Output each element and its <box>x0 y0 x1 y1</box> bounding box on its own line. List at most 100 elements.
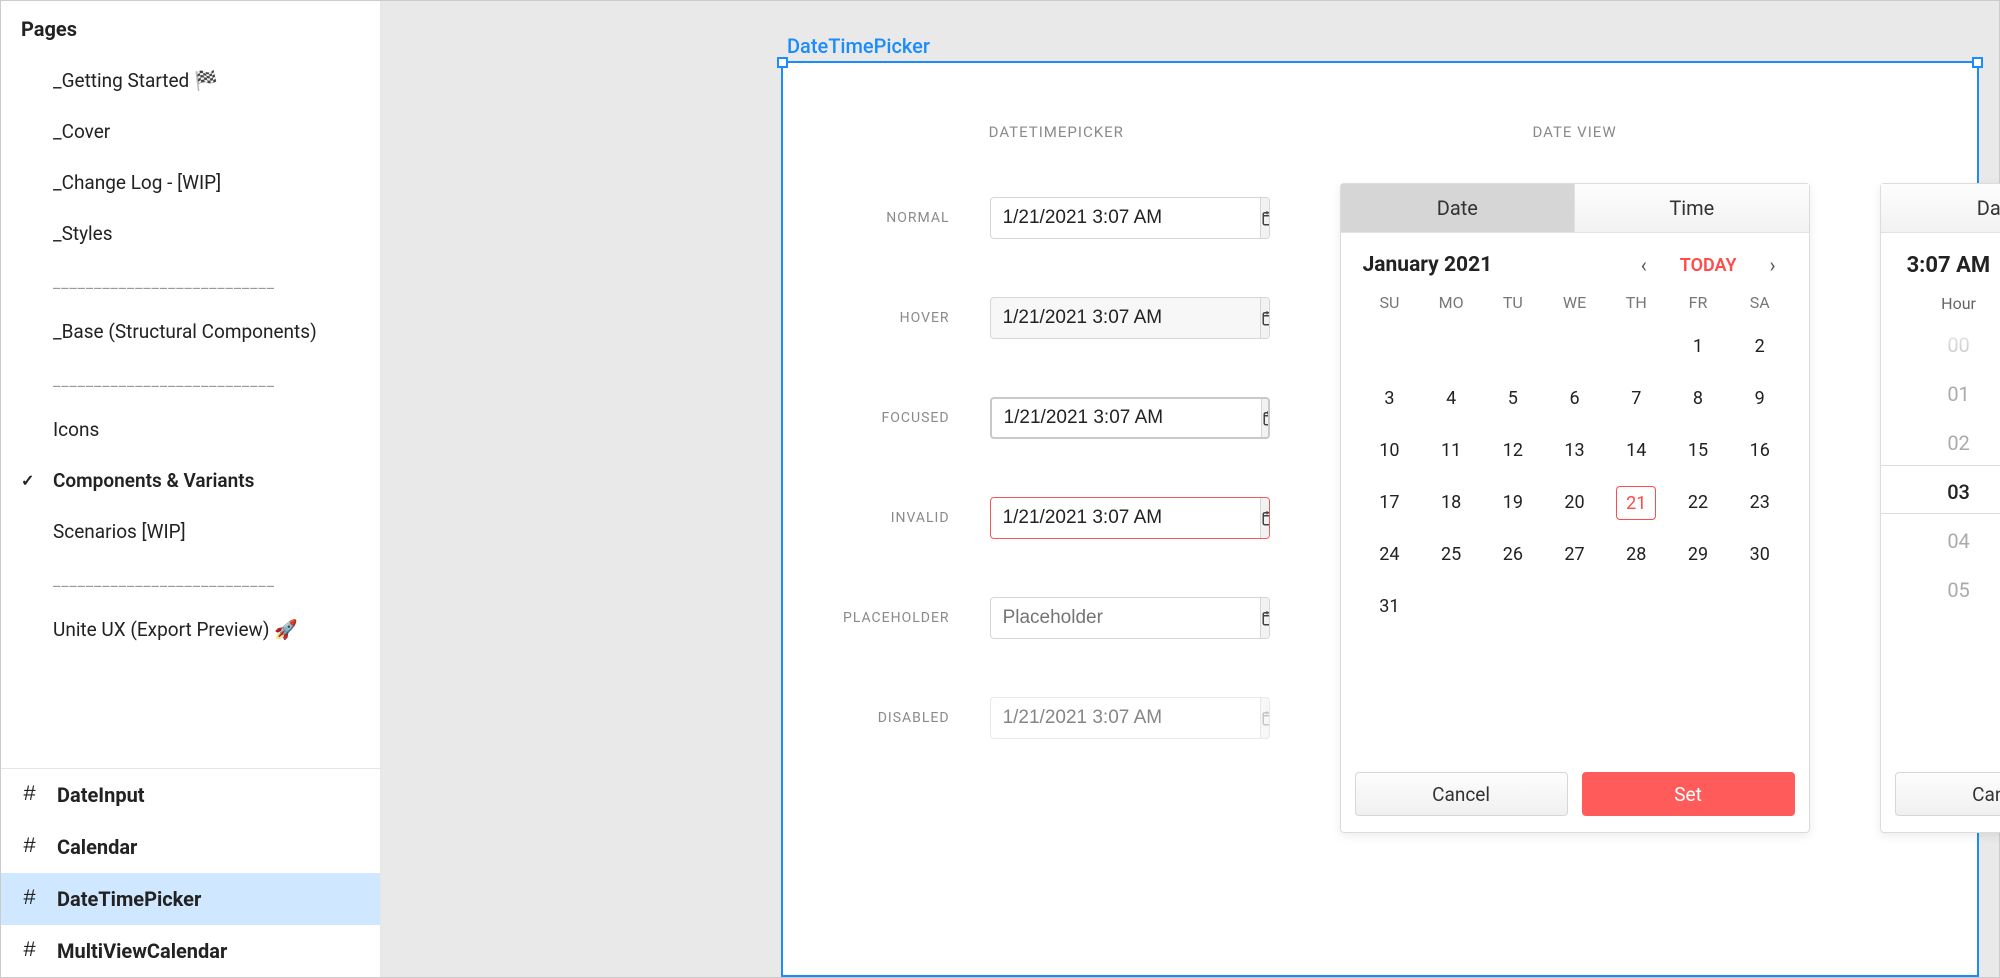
tab-date[interactable]: Date <box>1881 184 2000 232</box>
page-item-label: _Styles <box>53 222 113 245</box>
cancel-button[interactable]: Cancel <box>1895 772 2000 816</box>
calendar-day[interactable]: 3 <box>1369 382 1409 416</box>
calendar-weekday: MO <box>1420 293 1482 312</box>
page-item[interactable]: ✓Components & Variants <box>1 455 380 506</box>
calendar-day[interactable]: 8 <box>1678 382 1718 416</box>
tab-time[interactable]: Time <box>1575 184 1809 232</box>
page-item[interactable]: Unite UX (Export Preview) 🚀 <box>1 604 380 655</box>
calendar-weekday: SA <box>1729 293 1791 312</box>
calendar-day[interactable]: 17 <box>1369 486 1409 520</box>
calendar-weekday: TU <box>1482 293 1544 312</box>
page-item[interactable]: ___________________________ <box>1 259 380 306</box>
datetimepicker-states-column: DATETIMEPICKER NORMAL HOVER <box>843 123 1270 935</box>
calendar-day[interactable]: 15 <box>1678 434 1718 468</box>
calendar-day[interactable]: 14 <box>1616 434 1656 468</box>
calendar-day[interactable]: 25 <box>1431 538 1471 572</box>
datetimepicker-input[interactable] <box>991 298 1260 338</box>
calendar-day[interactable]: 5 <box>1493 382 1533 416</box>
datetimepicker-focused[interactable] <box>990 397 1270 439</box>
page-item-label: _Base (Structural Components) <box>53 320 317 343</box>
calendar-day[interactable]: 10 <box>1369 434 1409 468</box>
datetimepicker-invalid[interactable] <box>990 497 1270 539</box>
page-item[interactable]: Scenarios [WIP] <box>1 506 380 557</box>
calendar-day[interactable]: 12 <box>1493 434 1533 468</box>
month-title[interactable]: January 2021 <box>1363 253 1618 277</box>
layer-item-label: MultiViewCalendar <box>57 939 227 963</box>
calendar-icon[interactable] <box>1260 298 1270 338</box>
calendar-day[interactable]: 24 <box>1369 538 1409 572</box>
spinner-item[interactable]: 00 <box>1881 321 2000 370</box>
cancel-button[interactable]: Cancel <box>1355 772 1568 816</box>
state-row-focused: FOCUSED <box>843 397 1270 439</box>
calendar-weekday: TH <box>1605 293 1667 312</box>
frame-label[interactable]: DateTimePicker <box>787 34 930 58</box>
calendar-day[interactable]: 20 <box>1555 486 1595 520</box>
canvas[interactable]: DateTimePicker DATETIMEPICKER NORMAL <box>381 1 1999 977</box>
calendar-icon[interactable] <box>1260 198 1270 238</box>
page-item-label: ___________________________ <box>53 371 275 390</box>
chevron-right-icon[interactable]: › <box>1759 253 1787 277</box>
calendar-day[interactable]: 11 <box>1431 434 1471 468</box>
calendar-day[interactable]: 6 <box>1555 382 1595 416</box>
today-link[interactable]: TODAY <box>1670 255 1747 276</box>
layer-item[interactable]: DateTimePicker <box>1 873 380 925</box>
calendar-day[interactable]: 2 <box>1740 330 1780 364</box>
page-item[interactable]: Icons <box>1 404 380 455</box>
calendar-day[interactable]: 4 <box>1431 382 1471 416</box>
page-item-label: Components & Variants <box>53 469 254 492</box>
layer-item[interactable]: MultiViewCalendar <box>1 925 380 977</box>
calendar-icon[interactable] <box>1260 498 1270 538</box>
datetimepicker-input[interactable] <box>991 598 1260 638</box>
calendar-icon[interactable] <box>1260 598 1270 638</box>
calendar-day[interactable]: 18 <box>1431 486 1471 520</box>
segmented-control: Date Time <box>1881 184 2000 233</box>
spinner-item[interactable]: 02 <box>1881 419 2000 468</box>
page-item[interactable]: _Cover <box>1 106 380 157</box>
page-item[interactable]: ___________________________ <box>1 557 380 604</box>
spinner-item[interactable]: 01 <box>1881 370 2000 419</box>
datetimepicker-placeholder[interactable] <box>990 597 1270 639</box>
datetimepicker-hover[interactable] <box>990 297 1270 339</box>
calendar-day[interactable]: 19 <box>1493 486 1533 520</box>
calendar-day[interactable]: 27 <box>1555 538 1595 572</box>
calendar-day[interactable]: 9 <box>1740 382 1780 416</box>
datetimepicker-input[interactable] <box>991 498 1260 538</box>
set-button[interactable]: Set <box>1582 772 1795 816</box>
spinner-item[interactable]: 06 <box>1881 615 2000 631</box>
chevron-left-icon[interactable]: ‹ <box>1630 253 1658 277</box>
calendar-day[interactable]: 31 <box>1369 590 1409 624</box>
calendar-day[interactable]: 29 <box>1678 538 1718 572</box>
state-row-invalid: INVALID <box>843 497 1270 539</box>
datetimepicker-input[interactable] <box>992 399 1261 437</box>
calendar-day[interactable]: 22 <box>1678 486 1718 520</box>
frame-content: DATETIMEPICKER NORMAL HOVER <box>783 63 1977 975</box>
spinner-item[interactable]: 03 <box>1881 468 2000 517</box>
page-item[interactable]: _Change Log - [WIP] <box>1 157 380 208</box>
page-item[interactable]: ___________________________ <box>1 357 380 404</box>
calendar-day[interactable]: 30 <box>1740 538 1780 572</box>
calendar-day[interactable]: 23 <box>1740 486 1780 520</box>
calendar-day[interactable]: 16 <box>1740 434 1780 468</box>
calendar-day[interactable]: 1 <box>1678 330 1718 364</box>
calendar-icon[interactable] <box>1261 399 1270 437</box>
calendar-day[interactable]: 28 <box>1616 538 1656 572</box>
datetimepicker-input[interactable] <box>991 198 1260 238</box>
page-item[interactable]: _Base (Structural Components) <box>1 306 380 357</box>
calendar-day[interactable]: 13 <box>1555 434 1595 468</box>
segmented-control: Date Time <box>1341 184 1809 233</box>
calendar-day[interactable]: 21 <box>1616 486 1656 520</box>
calendar-day[interactable]: 26 <box>1493 538 1533 572</box>
frame-selection[interactable]: DATETIMEPICKER NORMAL HOVER <box>781 61 1979 977</box>
layer-item[interactable]: DateInput <box>1 769 380 821</box>
page-item-label: Unite UX (Export Preview) 🚀 <box>53 618 298 641</box>
calendar-day[interactable]: 7 <box>1616 382 1656 416</box>
spinner-item[interactable]: 04 <box>1881 517 2000 566</box>
layer-item-label: DateInput <box>57 783 145 807</box>
spinner-item[interactable]: 05 <box>1881 566 2000 615</box>
tab-date[interactable]: Date <box>1341 184 1576 232</box>
hour-spinner[interactable]: Hour 00010203040506 <box>1881 284 2000 758</box>
datetimepicker-normal[interactable] <box>990 197 1270 239</box>
page-item[interactable]: _Styles <box>1 208 380 259</box>
page-item[interactable]: _Getting Started 🏁 <box>1 55 380 106</box>
layer-item[interactable]: Calendar <box>1 821 380 873</box>
